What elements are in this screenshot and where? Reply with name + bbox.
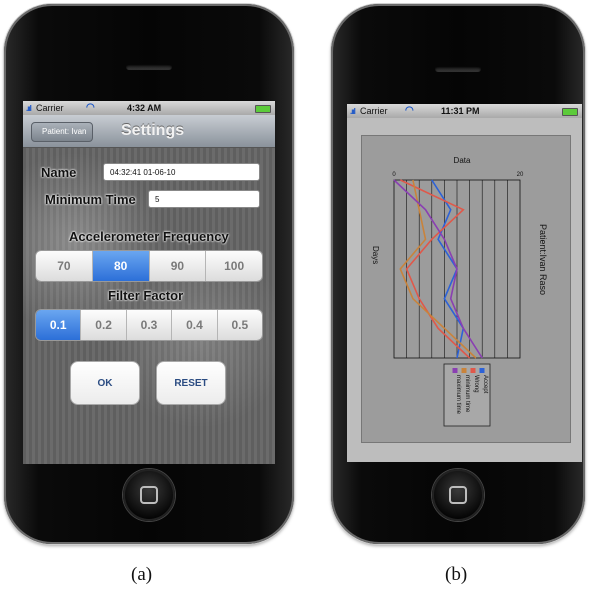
legend-entry: Accept <box>482 375 488 394</box>
accel-frequency-option-70[interactable]: 70 <box>36 251 92 281</box>
home-square-icon <box>449 486 467 504</box>
status-bar: .ııl Carrier ◠ 4:32 AM <box>23 101 275 115</box>
speaker-grille <box>126 64 172 70</box>
wifi-icon: ◠ <box>405 105 414 116</box>
legend-swatch <box>452 368 458 373</box>
carrier-label: Carrier <box>36 103 64 113</box>
status-time: 11:31 PM <box>441 106 480 116</box>
name-field[interactable]: 04:32:41 01-06-10 <box>103 163 260 181</box>
carrier-label: Carrier <box>360 106 388 116</box>
y-axis-label: Days <box>371 246 380 265</box>
filter-factor-option-0-3[interactable]: 0.3 <box>125 310 172 340</box>
status-bar: .ııl Carrier ◠ 11:31 PM <box>347 104 582 118</box>
speaker-grille <box>435 66 481 72</box>
battery-icon <box>562 108 578 116</box>
accel-frequency-option-90[interactable]: 90 <box>148 251 206 281</box>
filter-factor-control: 0.1 0.2 0.3 0.4 0.5 <box>35 309 263 341</box>
wifi-icon: ◠ <box>86 102 95 113</box>
name-label: Name <box>41 165 77 180</box>
page-title: Settings <box>121 122 185 139</box>
min-time-label: Minimum Time <box>45 192 136 207</box>
home-button[interactable] <box>123 469 175 521</box>
signal-icon: .ııl <box>350 107 356 116</box>
status-time: 4:32 AM <box>127 103 162 113</box>
filter-factor-option-0-2[interactable]: 0.2 <box>80 310 126 340</box>
back-button[interactable]: Patient: Ivan <box>31 122 94 142</box>
accel-frequency-control: 70 80 90 100 <box>35 250 263 282</box>
settings-screen: .ııl Carrier ◠ 4:32 AM Patient: Ivan Set… <box>23 101 275 464</box>
accel-frequency-label: Accelerometer Frequency <box>69 229 229 244</box>
legend-swatch <box>461 368 467 373</box>
home-button[interactable] <box>432 469 484 521</box>
min-time-field[interactable]: 5 <box>148 190 260 208</box>
tick-label: 20 <box>517 172 524 178</box>
filter-factor-option-0-4[interactable]: 0.4 <box>171 310 217 340</box>
ok-button[interactable]: OK <box>70 361 140 405</box>
legend-entry: maximum time <box>455 375 461 415</box>
chart-panel: Data 0 20 Accept Wrong minimum time maximum … <box>361 135 571 443</box>
nav-bar: Patient: Ivan Settings <box>23 115 275 148</box>
battery-icon <box>255 105 271 113</box>
chart-screen: .ııl Carrier ◠ 11:31 PM Data 0 20 Accept W… <box>347 104 582 462</box>
accel-frequency-option-100[interactable]: 100 <box>205 251 262 281</box>
filter-factor-label: Filter Factor <box>108 288 184 303</box>
legend-entry: minimum time <box>464 375 470 413</box>
filter-factor-option-0-1[interactable]: 0.1 <box>36 310 81 340</box>
series-line-wrong <box>399 179 471 359</box>
tick-label: 0 <box>392 172 396 178</box>
legend-entry: Wrong <box>473 375 479 393</box>
caption-a: (a) <box>131 564 153 585</box>
chart-title: Data <box>454 156 471 165</box>
patient-label: Patient:Ivan Raso <box>538 224 548 296</box>
reset-button[interactable]: RESET <box>156 361 226 405</box>
filter-factor-option-0-5[interactable]: 0.5 <box>216 310 262 340</box>
caption-b: (b) <box>445 564 468 585</box>
legend-swatch <box>470 368 476 373</box>
legend-swatch <box>479 368 485 373</box>
home-square-icon <box>140 486 158 504</box>
accel-frequency-option-80[interactable]: 80 <box>91 251 149 281</box>
signal-icon: .ııl <box>26 104 32 113</box>
